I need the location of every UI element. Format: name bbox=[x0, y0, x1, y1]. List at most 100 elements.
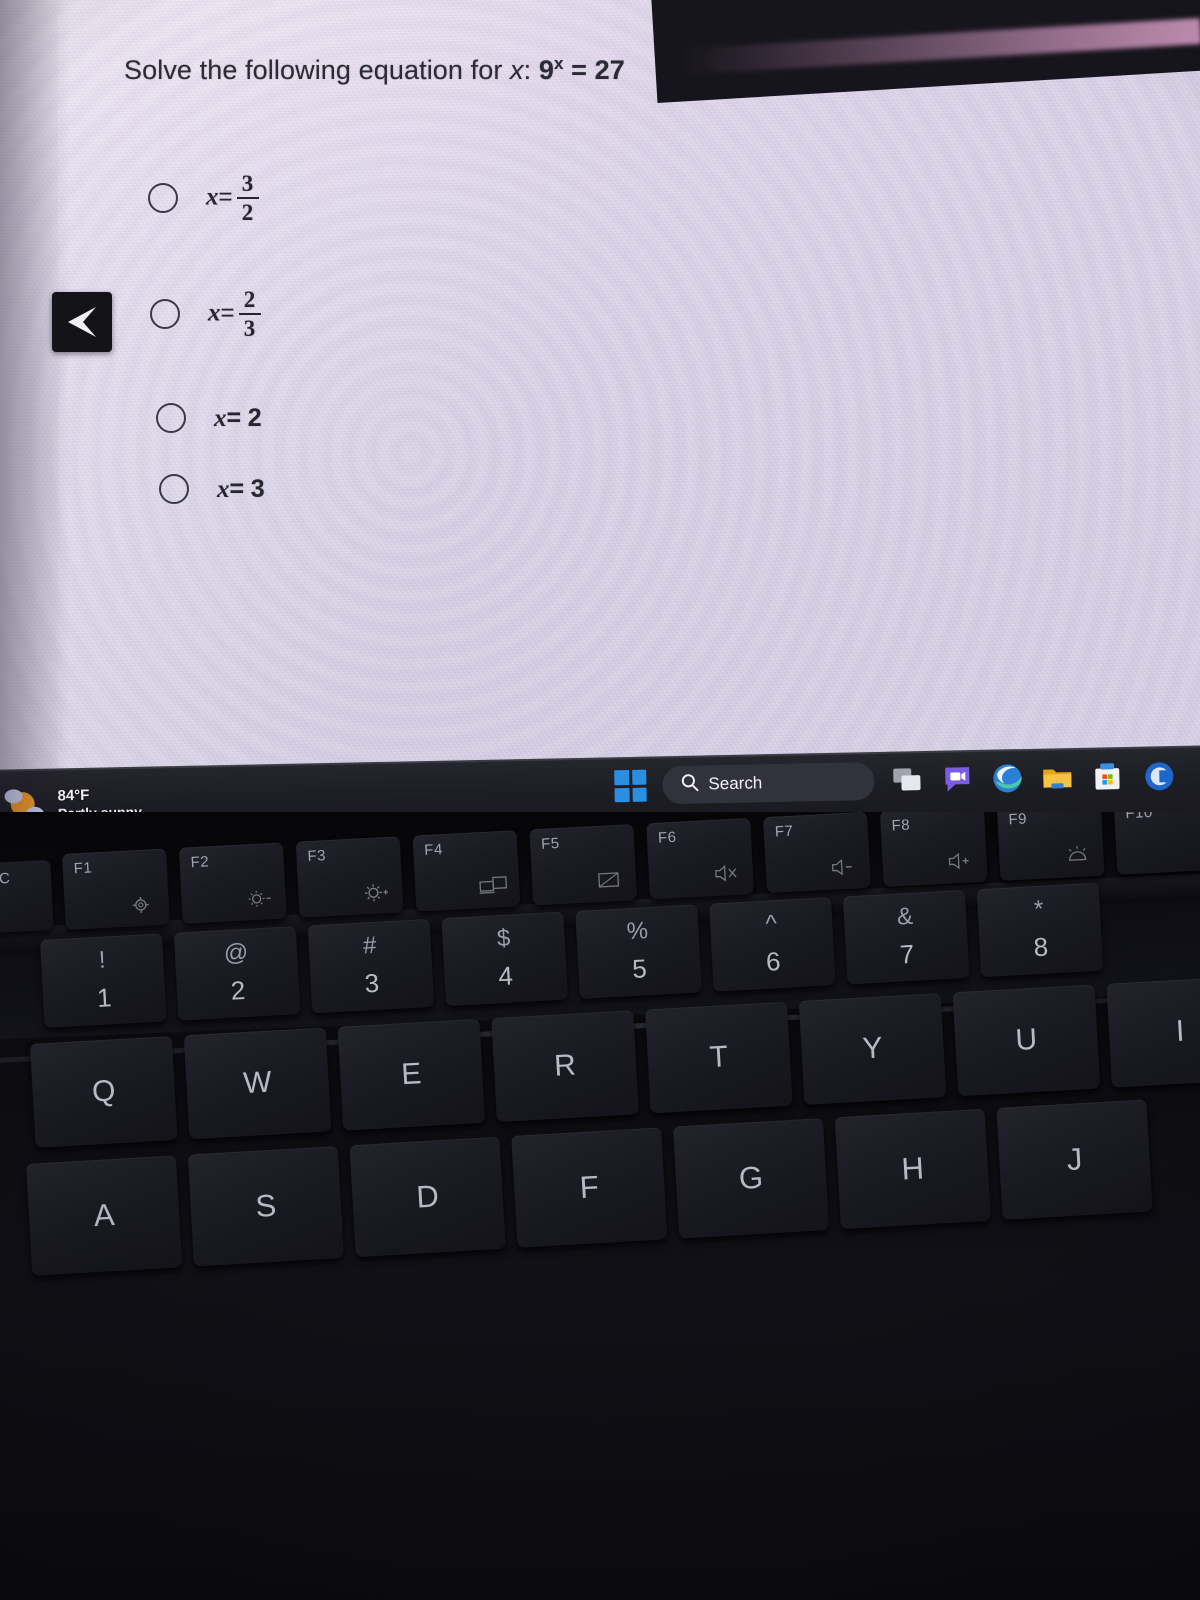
radio-button-d[interactable] bbox=[159, 474, 189, 504]
brightness-up-icon bbox=[361, 880, 390, 905]
volume-down-icon bbox=[828, 855, 857, 880]
option-a-fraction: 32 bbox=[236, 172, 259, 226]
key-7-shift: & bbox=[896, 902, 914, 931]
question-prefix: Solve the following equation for bbox=[124, 55, 511, 85]
key-7[interactable]: & 7 bbox=[842, 889, 970, 985]
key-f9[interactable]: F9 bbox=[996, 812, 1105, 881]
key-f7[interactable]: F7 bbox=[763, 812, 871, 894]
key-q[interactable]: Q bbox=[30, 1036, 178, 1148]
blue-app-icon[interactable] bbox=[1140, 758, 1175, 793]
key-f8-label: F8 bbox=[891, 816, 911, 835]
key-g[interactable]: G bbox=[672, 1118, 830, 1239]
back-button[interactable] bbox=[52, 292, 112, 352]
key-y[interactable]: Y bbox=[798, 993, 947, 1105]
file-explorer-icon[interactable] bbox=[1040, 760, 1075, 795]
key-u-label: U bbox=[1014, 1022, 1039, 1057]
key-a[interactable]: A bbox=[26, 1155, 183, 1276]
key-f8[interactable]: F8 bbox=[879, 812, 988, 888]
key-4-shift: $ bbox=[496, 924, 511, 953]
key-s-label: S bbox=[254, 1187, 278, 1224]
key-h-label: H bbox=[900, 1150, 925, 1187]
answer-option-b[interactable]: x= 2 3 bbox=[150, 288, 261, 340]
key-4[interactable]: $4 bbox=[441, 911, 568, 1007]
task-view-icon[interactable] bbox=[890, 763, 925, 798]
key-escape[interactable]: ESC bbox=[0, 859, 54, 935]
key-j[interactable]: J bbox=[996, 1099, 1153, 1220]
windows-start-icon[interactable] bbox=[614, 769, 647, 803]
question-result: 27 bbox=[594, 55, 625, 85]
answer-option-c[interactable]: x= 2 bbox=[156, 403, 262, 433]
key-2[interactable]: @2 bbox=[173, 926, 301, 1021]
fraction-bar bbox=[236, 197, 259, 200]
key-f7-label: F7 bbox=[774, 822, 794, 841]
option-b-denominator: 3 bbox=[243, 316, 256, 342]
edge-browser-icon[interactable] bbox=[990, 761, 1025, 796]
key-f10[interactable]: F10 bbox=[1113, 812, 1200, 875]
key-h[interactable]: H bbox=[834, 1108, 991, 1230]
question-equals: = bbox=[563, 55, 595, 85]
key-f5[interactable]: F5 bbox=[529, 824, 638, 906]
key-4-label: 4 bbox=[497, 960, 514, 992]
key-f9-label: F9 bbox=[1008, 812, 1028, 829]
key-f1-label: F1 bbox=[73, 859, 93, 878]
keyboard-backlight-icon bbox=[1062, 843, 1091, 868]
gear-icon bbox=[127, 892, 156, 917]
key-2-label: 2 bbox=[229, 974, 247, 1006]
key-f4[interactable]: F4 bbox=[412, 830, 521, 912]
laptop-photo-scene: Solve the following equation for x: 9x =… bbox=[0, 0, 1200, 1600]
key-w[interactable]: W bbox=[183, 1027, 332, 1140]
question-base: 9 bbox=[538, 55, 554, 85]
search-box[interactable]: Search bbox=[662, 762, 875, 805]
option-a-denominator: 2 bbox=[241, 200, 254, 226]
key-f3[interactable]: F3 bbox=[295, 836, 404, 918]
key-d-label: D bbox=[415, 1178, 440, 1215]
key-u[interactable]: U bbox=[952, 984, 1101, 1097]
key-j-label: J bbox=[1065, 1141, 1084, 1178]
key-f5-label: F5 bbox=[540, 834, 561, 853]
radio-button-a[interactable] bbox=[148, 183, 178, 214]
radio-button-b[interactable] bbox=[150, 299, 180, 330]
key-1[interactable]: ! 1 bbox=[40, 933, 167, 1028]
radio-button-c[interactable] bbox=[156, 403, 186, 433]
search-label: Search bbox=[708, 773, 763, 794]
fraction-bar bbox=[238, 313, 261, 316]
volume-up-icon bbox=[945, 849, 974, 874]
key-s[interactable]: S bbox=[187, 1146, 344, 1267]
key-8-label: 8 bbox=[1032, 931, 1049, 963]
key-r[interactable]: R bbox=[491, 1010, 639, 1123]
question-text: Solve the following equation for x: 9x =… bbox=[124, 54, 625, 86]
search-icon bbox=[680, 773, 699, 797]
weather-text: 84°F Partly sunny bbox=[57, 786, 142, 812]
key-i[interactable]: I bbox=[1106, 975, 1200, 1088]
laptop-screen: Solve the following equation for x: 9x =… bbox=[0, 0, 1200, 812]
key-e[interactable]: E bbox=[337, 1018, 486, 1131]
weather-widget[interactable]: 84°F Partly sunny bbox=[2, 781, 142, 812]
key-e-label: E bbox=[400, 1057, 423, 1092]
start-pane-1 bbox=[614, 769, 629, 785]
option-b-variable: x bbox=[208, 299, 221, 327]
answer-option-d[interactable]: x= 3 bbox=[159, 474, 265, 504]
key-3[interactable]: #3 bbox=[307, 918, 435, 1014]
weather-condition: Partly sunny bbox=[58, 804, 142, 812]
start-pane-3 bbox=[614, 787, 630, 803]
key-f6[interactable]: F6 bbox=[646, 817, 755, 900]
key-5[interactable]: % 5 bbox=[575, 904, 702, 999]
answer-option-a[interactable]: x= 3 2 bbox=[148, 172, 259, 224]
key-f2[interactable]: F2 bbox=[178, 842, 287, 924]
key-1-shift: ! bbox=[98, 946, 107, 974]
key-f[interactable]: F bbox=[511, 1127, 668, 1248]
key-t[interactable]: T bbox=[645, 1001, 793, 1114]
key-r-label: R bbox=[553, 1048, 577, 1083]
key-6[interactable]: ^ 6 bbox=[709, 897, 836, 992]
key-i-label: I bbox=[1174, 1014, 1186, 1048]
option-a-relation: = bbox=[218, 183, 233, 211]
key-f1[interactable]: F1 bbox=[62, 848, 170, 930]
key-8-shift: * bbox=[1033, 895, 1045, 924]
key-f6-label: F6 bbox=[657, 828, 677, 847]
key-d[interactable]: D bbox=[349, 1136, 506, 1258]
back-arrow-icon bbox=[62, 304, 102, 340]
teams-chat-icon[interactable] bbox=[940, 762, 975, 797]
key-8[interactable]: * 8 bbox=[976, 882, 1104, 978]
microsoft-store-icon[interactable] bbox=[1090, 759, 1125, 794]
mute-icon bbox=[711, 862, 740, 887]
